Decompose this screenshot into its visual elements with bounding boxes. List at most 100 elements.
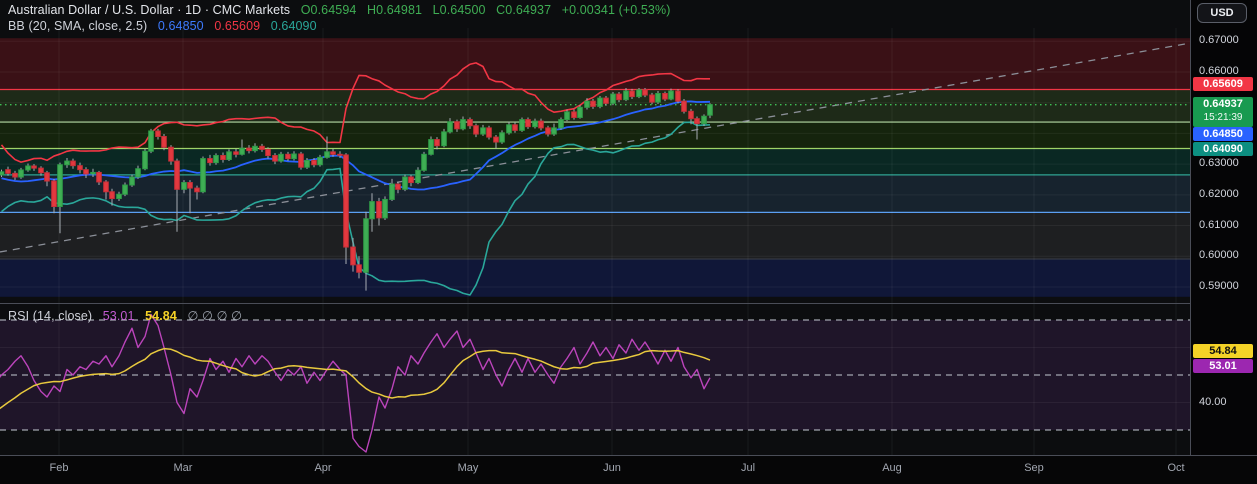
chart-canvas[interactable] <box>0 0 1257 484</box>
candle-down <box>38 167 44 174</box>
candle-up <box>480 127 486 135</box>
candle-down <box>642 89 648 96</box>
candle-up <box>460 119 466 130</box>
price-tick-label: 0.67000 <box>1199 34 1239 47</box>
rsi-empty-values: ∅ ∅ ∅ ∅ <box>187 309 243 323</box>
candle-down <box>434 139 440 147</box>
price-tick-label: 0.61000 <box>1199 218 1239 231</box>
price-zone <box>0 38 1190 90</box>
bb-legend-row[interactable]: BB (20, SMA, close, 2.5) 0.64850 0.65609… <box>8 19 317 33</box>
candle-down <box>376 201 382 219</box>
candle-up <box>421 153 427 171</box>
candle-down <box>454 121 460 130</box>
candle-up <box>389 183 395 200</box>
candle-down <box>616 93 622 101</box>
candle-up <box>564 111 570 121</box>
candle-up <box>506 124 512 134</box>
ohlc-open: O0.64594 <box>300 3 357 17</box>
candle-up <box>0 171 5 176</box>
candle-down <box>395 183 401 190</box>
candle-up <box>402 176 408 190</box>
last-price-badge: 0.64937 15:21:39 <box>1193 97 1253 127</box>
candle-up <box>369 201 375 220</box>
time-axis[interactable]: Feb Mar Apr May Jun Jul Aug Sep Oct <box>0 456 1257 484</box>
candle-down <box>662 92 668 100</box>
month-label: Jul <box>740 462 756 474</box>
candle-up <box>428 139 434 155</box>
month-label: Apr <box>314 462 332 474</box>
symbol-title: Australian Dollar / U.S. Dollar · 1D · C… <box>8 3 291 17</box>
candle-down <box>44 172 50 182</box>
candle-down <box>155 130 161 137</box>
bb-upper-price-badge: 0.65609 <box>1193 77 1253 91</box>
price-tick-label: 0.63000 <box>1199 157 1239 170</box>
candle-up <box>278 153 284 162</box>
candle-down <box>408 176 414 184</box>
candle-up <box>597 97 603 107</box>
price-tick-label: 0.66000 <box>1199 65 1239 77</box>
trading-chart-app: Australian Dollar / U.S. Dollar · 1D · C… <box>0 0 1257 484</box>
price-zone <box>0 259 1190 297</box>
candle-down <box>272 155 278 162</box>
candle-up <box>116 193 122 200</box>
candle-up <box>122 184 128 195</box>
rsi-indicator-label: RSI (14, close) <box>8 309 93 323</box>
bb-lower-price-badge: 0.64090 <box>1193 142 1253 156</box>
candle-down <box>51 180 57 208</box>
candle-down <box>265 148 271 157</box>
currency-toggle-button[interactable]: USD <box>1197 3 1247 23</box>
candle-up <box>324 151 330 158</box>
candle-down <box>233 151 239 155</box>
candle-down <box>12 172 18 178</box>
candle-up <box>25 165 31 171</box>
candle-up <box>317 156 323 166</box>
candle-down <box>343 154 349 248</box>
candle-up <box>707 104 713 116</box>
candle-down <box>350 246 356 266</box>
candle-up <box>701 115 707 125</box>
candle-up <box>129 176 135 186</box>
candle-up <box>668 90 674 100</box>
candle-up <box>213 155 219 164</box>
ohlc-high: H0.64981 <box>367 3 423 17</box>
candle-down <box>174 160 180 190</box>
candle-down <box>5 169 11 174</box>
month-label: Sep <box>1024 462 1044 474</box>
candle-up <box>551 127 557 135</box>
candle-down <box>285 153 291 160</box>
bb-basis-price-badge: 0.64850 <box>1193 127 1253 141</box>
candle-down <box>330 151 336 155</box>
candle-down <box>525 119 531 128</box>
candle-down <box>681 100 687 112</box>
candle-up <box>291 153 297 160</box>
candle-up <box>142 150 148 170</box>
price-tick-label: 0.59000 <box>1199 279 1239 292</box>
candle-down <box>311 159 317 166</box>
candle-down <box>161 135 167 148</box>
candle-down <box>694 118 700 125</box>
candle-up <box>135 168 141 178</box>
candle-up <box>382 198 388 219</box>
month-label: May <box>457 462 479 474</box>
candle-down <box>629 90 635 98</box>
bb-upper-value: 0.65609 <box>214 19 261 33</box>
candle-down <box>103 181 109 193</box>
rsi-legend-row[interactable]: RSI (14, close) 53.01 54.84 ∅ ∅ ∅ ∅ <box>8 308 242 323</box>
candle-down <box>220 155 226 161</box>
candle-up <box>200 158 206 193</box>
candle-up <box>64 160 70 166</box>
candle-down <box>493 136 499 143</box>
price-chart-svg <box>0 0 1257 456</box>
candle-down <box>207 158 213 164</box>
candle-up <box>447 121 453 133</box>
candle-down <box>31 165 37 169</box>
candle-down <box>109 191 115 200</box>
candle-down <box>473 125 479 135</box>
candle-down <box>83 169 89 175</box>
candle-up <box>532 120 538 128</box>
ohlc-close: C0.64937 <box>496 3 552 17</box>
bb-indicator-label: BB (20, SMA, close, 2.5) <box>8 19 148 33</box>
symbol-legend-row[interactable]: Australian Dollar / U.S. Dollar · 1D · C… <box>8 3 670 17</box>
price-axis[interactable]: USD 0.65609 0.64937 15:21:39 0.64850 0.6… <box>1191 0 1257 455</box>
candle-up <box>499 132 505 143</box>
